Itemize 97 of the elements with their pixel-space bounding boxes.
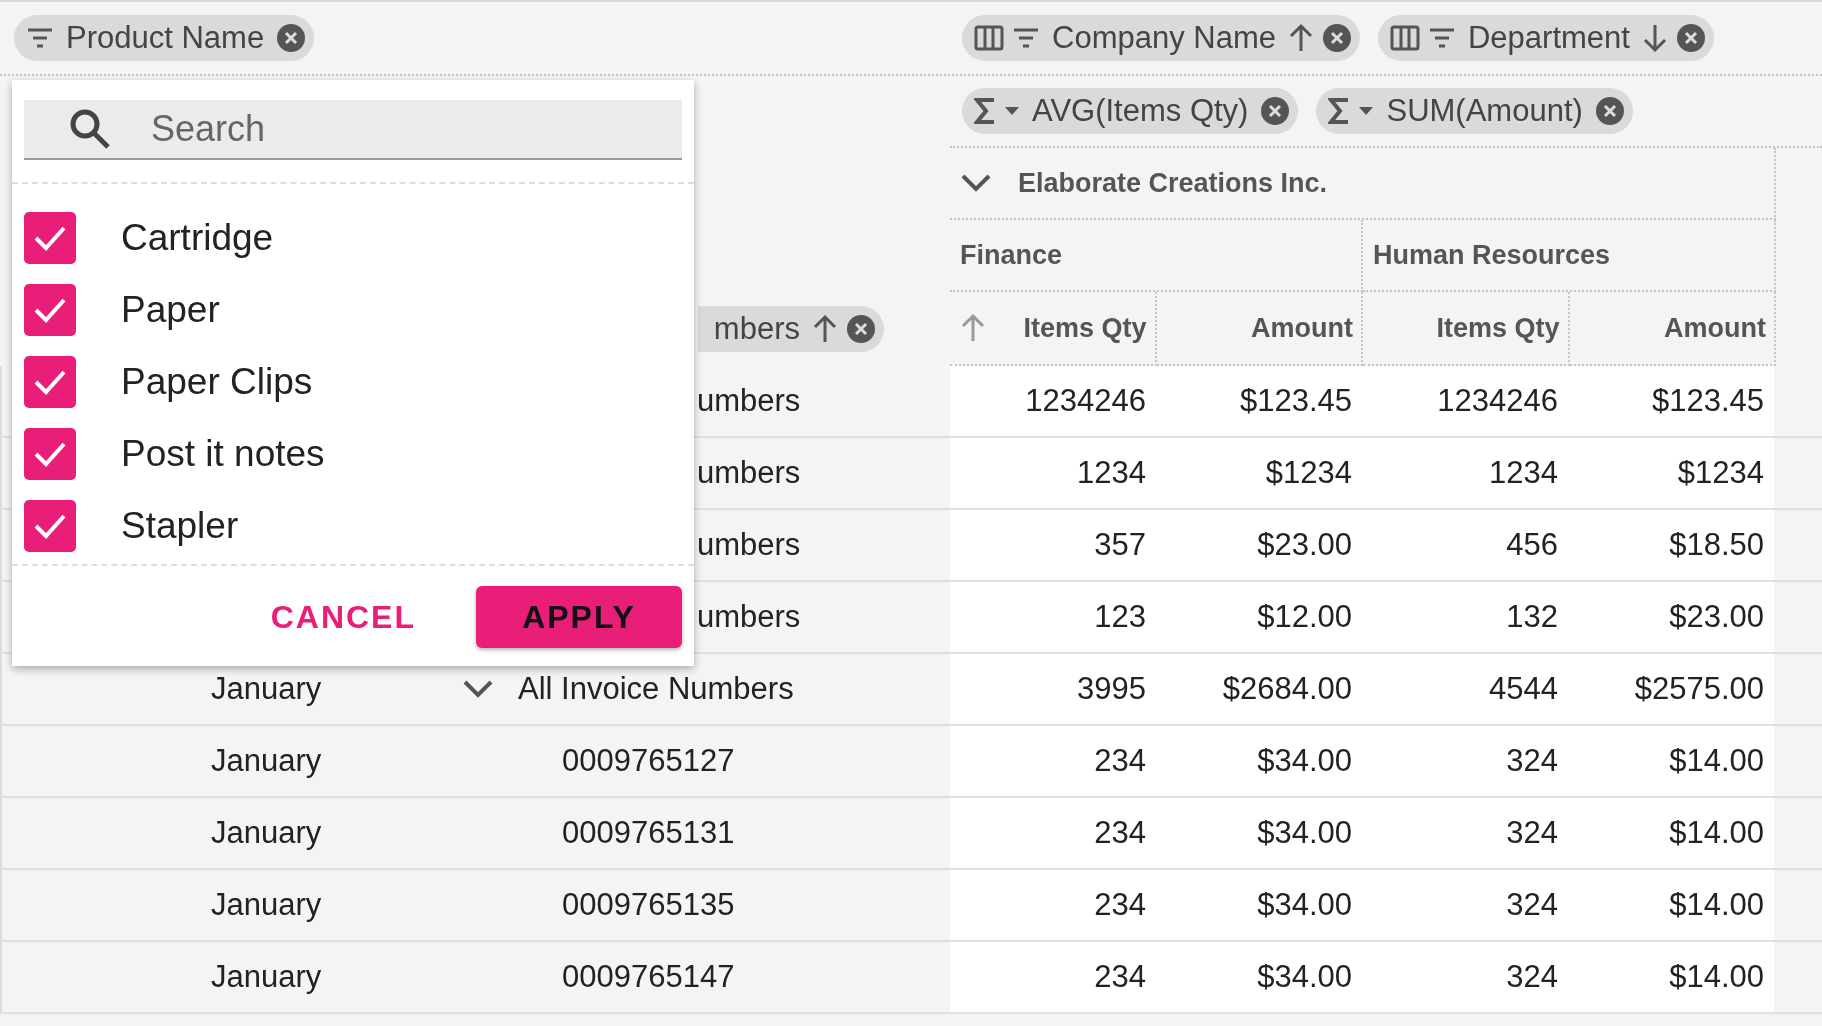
month-cell: January	[211, 959, 322, 995]
close-icon	[1322, 23, 1352, 53]
value-cell: 357	[950, 510, 1156, 580]
value-cell: $23.00	[1568, 582, 1774, 652]
value-cell: 234	[950, 798, 1156, 868]
company-header[interactable]: Elaborate Creations Inc.	[950, 148, 1776, 220]
option-label[interactable]: Paper Clips	[121, 361, 313, 403]
cancel-button[interactable]: CANCEL	[260, 588, 426, 646]
value-cell: $14.00	[1568, 798, 1774, 868]
value-cell: $123.45	[1568, 366, 1774, 436]
value-cell: 3995	[950, 654, 1156, 724]
department-header: Finance	[950, 220, 1363, 292]
check-icon	[33, 513, 67, 539]
checkbox[interactable]	[24, 428, 76, 480]
value-cell: $34.00	[1156, 942, 1362, 1012]
invoice-cell: umbers	[697, 599, 801, 635]
value-cell: $2684.00	[1156, 654, 1362, 724]
apply-button[interactable]: APPLY	[476, 586, 682, 648]
option-label[interactable]: Post it notes	[121, 433, 325, 475]
value-cell: 132	[1362, 582, 1568, 652]
search-field[interactable]: Search	[24, 100, 682, 160]
checkbox[interactable]	[24, 284, 76, 336]
filter-icon	[1428, 27, 1456, 49]
search-input[interactable]: Search	[151, 100, 682, 158]
month-cell: January	[211, 671, 322, 707]
value-cell: $123.45	[1156, 366, 1362, 436]
invoice-cell: 0009765131	[562, 815, 735, 851]
check-icon	[33, 441, 67, 467]
value-cell: 4544	[1362, 654, 1568, 724]
invoice-cell: umbers	[697, 455, 801, 491]
search-icon	[69, 108, 111, 150]
column-chip[interactable]: Department	[1378, 15, 1714, 61]
value-cell: $1234	[1156, 438, 1362, 508]
option-label[interactable]: Stapler	[121, 505, 239, 547]
value-cell: 324	[1362, 942, 1568, 1012]
close-icon	[1594, 96, 1625, 126]
invoice-cell: 0009765147	[562, 959, 735, 995]
value-cell: $23.00	[1156, 510, 1362, 580]
value-cell: $14.00	[1568, 870, 1774, 940]
invoice-cell: 0009765127	[562, 743, 735, 779]
check-icon	[33, 297, 67, 323]
value-cell: 234	[950, 942, 1156, 1012]
value-cell: $14.00	[1568, 942, 1774, 1012]
invoice-cell: umbers	[697, 383, 801, 419]
chevron-down-icon	[960, 173, 992, 193]
value-cell: 1234	[1362, 438, 1568, 508]
value-cell: $34.00	[1156, 798, 1362, 868]
value-chip[interactable]: AVG(Items Qty)	[962, 88, 1299, 134]
value-cell: 1234246	[950, 366, 1156, 436]
caret-icon	[1004, 106, 1020, 116]
value-cell: 324	[1362, 726, 1568, 796]
value-cell: 324	[1362, 798, 1568, 868]
checkbox[interactable]	[24, 212, 76, 264]
value-cell: $12.00	[1156, 582, 1362, 652]
filter-icon	[1012, 27, 1040, 49]
close-icon	[1260, 96, 1291, 126]
columns-icon	[974, 25, 1004, 51]
month-cell: January	[211, 887, 322, 923]
chevron-down-icon	[462, 679, 494, 699]
value-cell: $18.50	[1568, 510, 1774, 580]
check-icon	[33, 369, 67, 395]
value-cell: 324	[1362, 870, 1568, 940]
caret-icon	[1358, 106, 1375, 116]
filter-icon	[26, 27, 54, 49]
value-cell: $34.00	[1156, 726, 1362, 796]
close-icon	[276, 23, 307, 53]
value-cell: $1234	[1568, 438, 1774, 508]
value-cell: $14.00	[1568, 726, 1774, 796]
invoice-cell: umbers	[697, 527, 801, 563]
value-cell: 234	[950, 726, 1156, 796]
close-icon	[1675, 23, 1706, 53]
value-cell: 1234	[950, 438, 1156, 508]
row-field-chip[interactable]: mbers	[697, 306, 884, 352]
sigma-icon	[974, 97, 996, 125]
sigma-icon	[1328, 97, 1351, 125]
columns-icon	[1390, 25, 1420, 51]
value-cell: 234	[950, 870, 1156, 940]
column-chip[interactable]: Company Name	[962, 15, 1360, 61]
check-icon	[33, 225, 67, 251]
checkbox[interactable]	[24, 500, 76, 552]
option-label[interactable]: Paper	[121, 289, 220, 331]
close-icon	[846, 314, 876, 344]
month-cell: January	[211, 743, 322, 779]
checkbox[interactable]	[24, 356, 76, 408]
value-cell: 1234246	[1362, 366, 1568, 436]
value-cell: $34.00	[1156, 870, 1362, 940]
value-cell: $2575.00	[1568, 654, 1774, 724]
invoice-cell: 0009765135	[562, 887, 735, 923]
value-cell: 123	[950, 582, 1156, 652]
department-header: Human Resources	[1363, 220, 1776, 292]
value-chip[interactable]: SUM(Amount)	[1316, 88, 1633, 134]
filter-chip[interactable]: Product Name	[14, 15, 315, 61]
arrow-up-icon	[960, 313, 986, 343]
option-label[interactable]: Cartridge	[121, 217, 274, 259]
invoice-group-cell[interactable]: All Invoice Numbers	[518, 671, 794, 707]
value-cell: 456	[1362, 510, 1568, 580]
month-cell: January	[211, 815, 322, 851]
